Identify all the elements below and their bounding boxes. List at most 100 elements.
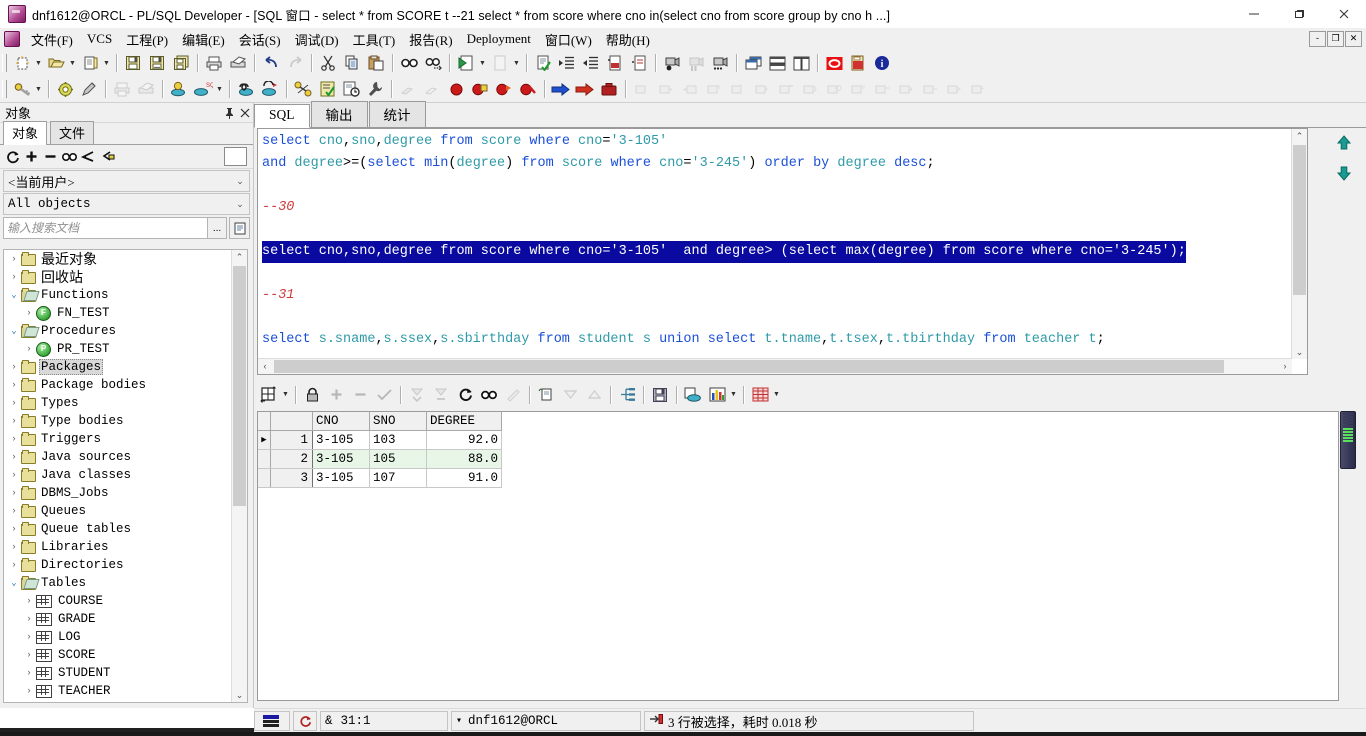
table-row[interactable]: ▶ 1 3-105 103 92.0 — [258, 430, 502, 450]
mdi-restore-button[interactable]: ❐ — [1327, 31, 1344, 47]
tree-item-queue-tables[interactable]: › Queue tables — [4, 520, 232, 538]
save-as-icon[interactable] — [145, 51, 169, 75]
menu-help[interactable]: 帮助(H) — [599, 28, 657, 51]
scroll-up-arrow-icon[interactable]: ⌃ — [232, 250, 247, 264]
clear-filter-icon[interactable] — [501, 383, 525, 407]
search-input[interactable] — [3, 217, 208, 239]
toolbar-grip[interactable] — [2, 80, 7, 98]
inspect-icon[interactable] — [822, 77, 846, 101]
chevron-right-icon[interactable]: › — [7, 254, 21, 264]
table-row[interactable]: 2 3-105 105 88.0 — [258, 449, 502, 469]
tree-item--[interactable]: › 回收站 — [4, 268, 232, 286]
editor-horizontal-scrollbar[interactable]: ‹ › — [258, 358, 1292, 374]
menu-vcs[interactable]: VCS — [80, 29, 119, 49]
scroll-right-arrow-icon[interactable]: › — [1278, 359, 1292, 374]
run-to-cursor-icon[interactable] — [702, 77, 726, 101]
breakpoint-enabled-icon[interactable] — [468, 77, 492, 101]
mdi-close-button[interactable]: ✕ — [1345, 31, 1362, 47]
fetch-next-icon[interactable] — [405, 383, 429, 407]
execute-script-icon[interactable] — [454, 51, 478, 75]
chevron-right-icon[interactable]: › — [22, 686, 36, 696]
tree-item-type-bodies[interactable]: › Type bodies — [4, 412, 232, 430]
tree-item-fn-test[interactable]: › F FN_TEST — [4, 304, 232, 322]
execute-blue-arrow-icon[interactable] — [549, 77, 573, 101]
breakpoint-condition-icon[interactable] — [492, 77, 516, 101]
chevron-right-icon[interactable]: › — [7, 416, 21, 426]
refresh-icon[interactable] — [3, 147, 22, 166]
app-menu-icon[interactable] — [4, 31, 20, 47]
maximize-button[interactable] — [1276, 0, 1321, 28]
lock-icon[interactable] — [98, 147, 117, 166]
tree-item-teacher[interactable]: › TEACHER — [4, 682, 232, 700]
minimize-button[interactable] — [1231, 0, 1276, 28]
redo-icon[interactable] — [283, 51, 307, 75]
chevron-right-icon[interactable]: › — [7, 434, 21, 444]
chevron-right-icon[interactable]: › — [7, 560, 21, 570]
chevron-right-icon[interactable]: › — [22, 650, 36, 660]
tree-item-log[interactable]: › LOG — [4, 628, 232, 646]
menu-reports[interactable]: 报告(R) — [402, 28, 459, 51]
new-icon[interactable] — [10, 51, 34, 75]
save-icon[interactable] — [648, 383, 672, 407]
evaluate-icon[interactable] — [798, 77, 822, 101]
chevron-right-icon[interactable]: › — [22, 668, 36, 678]
comment-icon[interactable] — [603, 51, 627, 75]
minus-icon[interactable] — [41, 147, 60, 166]
recent-dropdown-caret[interactable]: ▼ — [102, 52, 111, 74]
menu-tools[interactable]: 工具(T) — [346, 28, 403, 51]
chevron-right-icon[interactable]: › — [7, 488, 21, 498]
tile-horizontal-icon[interactable] — [765, 51, 789, 75]
column-header-degree[interactable]: DEGREE — [426, 412, 502, 431]
tile-vertical-icon[interactable] — [789, 51, 813, 75]
scroll-left-arrow-icon[interactable]: ‹ — [258, 359, 272, 374]
tab-sql[interactable]: SQL — [254, 104, 310, 128]
menu-window[interactable]: 窗口(W) — [538, 28, 599, 51]
chevron-right-icon[interactable]: › — [7, 506, 21, 516]
chevron-right-icon[interactable]: › — [7, 380, 21, 390]
profiler-icon[interactable] — [894, 77, 918, 101]
record-macro-icon[interactable] — [660, 51, 684, 75]
tasklist-icon[interactable] — [315, 77, 339, 101]
tab-statistics[interactable]: 统计 — [368, 101, 426, 127]
chevron-down-icon[interactable]: ⌄ — [7, 326, 21, 336]
cell-degree[interactable]: 88.0 — [426, 449, 502, 469]
tree-item-types[interactable]: › Types — [4, 394, 232, 412]
preferences-gear-icon[interactable] — [53, 77, 77, 101]
delete-row-icon[interactable] — [348, 383, 372, 407]
print-setup-icon[interactable] — [110, 77, 134, 101]
tree-item-pr-test[interactable]: › P PR_TEST — [4, 340, 232, 358]
pdf-export-icon[interactable] — [846, 51, 870, 75]
tab-objects[interactable]: 对象 — [3, 121, 48, 145]
user-filter-combo[interactable]: <当前用户> ⌄ — [3, 170, 250, 192]
tree-item-tables[interactable]: ⌄ Tables — [4, 574, 232, 592]
execute-dropdown-caret[interactable]: ▼ — [478, 52, 487, 74]
session-browser-icon[interactable] — [942, 77, 966, 101]
object-tree[interactable]: › 最近对象 › 回收站 ⌄ Functions › F FN_TEST ⌄ Procedures ›… — [3, 249, 248, 703]
close-icon[interactable] — [237, 105, 253, 121]
set-next-statement-icon[interactable] — [726, 77, 750, 101]
menu-session[interactable]: 会话(S) — [232, 28, 288, 51]
menu-edit[interactable]: 编辑(E) — [175, 28, 232, 51]
object-panel-checkbox[interactable] — [224, 147, 247, 166]
result-table[interactable]: CNO SNO DEGREE ▶ 1 3-105 103 92.0 2 3-105 105 88.0 3… — [258, 412, 502, 488]
close-button[interactable] — [1321, 0, 1366, 28]
mdi-minimize-button[interactable]: - — [1309, 31, 1326, 47]
connection-status-cell[interactable] — [254, 711, 290, 731]
dbms-output-icon[interactable]: abc — [870, 77, 894, 101]
cell-cno[interactable]: 3-105 — [312, 430, 370, 450]
oracle-icon[interactable] — [822, 51, 846, 75]
sql-database-icon[interactable]: SQL — [191, 77, 215, 101]
cell-sno[interactable]: 103 — [369, 430, 427, 450]
blank-doc-caret[interactable]: ▼ — [512, 52, 521, 74]
chevron-right-icon[interactable]: › — [7, 542, 21, 552]
tree-item-packages[interactable]: › Packages — [4, 358, 232, 376]
cell-sno[interactable]: 107 — [369, 468, 427, 488]
tree-item-libraries[interactable]: › Libraries — [4, 538, 232, 556]
find-next-icon[interactable] — [421, 51, 445, 75]
results-grid[interactable]: CNO SNO DEGREE ▶ 1 3-105 103 92.0 2 3-105 105 88.0 3… — [257, 411, 1339, 701]
chevron-right-icon[interactable]: › — [7, 398, 21, 408]
save-icon[interactable] — [121, 51, 145, 75]
watch-add-icon[interactable] — [750, 77, 774, 101]
pin-icon[interactable] — [221, 105, 237, 121]
session-history-icon[interactable] — [339, 77, 363, 101]
